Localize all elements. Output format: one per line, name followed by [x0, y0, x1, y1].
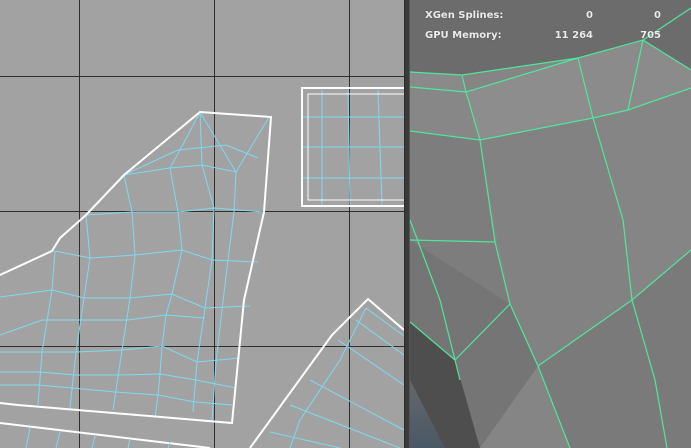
hud-value: 0 [654, 10, 661, 21]
perspective-viewport[interactable] [410, 0, 691, 448]
heads-up-display: XGen Splines: 0 0 GPU Memory: 11 264 705 [425, 8, 665, 48]
hud-label: XGen Splines: [425, 10, 504, 21]
uv-canvas[interactable] [0, 0, 404, 448]
hud-row-gpu-memory: GPU Memory: 11 264 705 [425, 28, 665, 48]
hud-value: 0 [586, 10, 593, 21]
hud-value: 705 [640, 30, 661, 41]
mesh-object[interactable] [410, 0, 691, 448]
uv-editor-panel[interactable] [0, 0, 404, 448]
hud-row-xgen-splines: XGen Splines: 0 0 [425, 8, 665, 28]
viewport-canvas[interactable] [410, 0, 691, 448]
maya-workspace: XGen Splines: 0 0 GPU Memory: 11 264 705 [0, 0, 691, 448]
hud-label: GPU Memory: [425, 30, 502, 41]
uv-shell-square[interactable] [301, 87, 404, 207]
uv-shell-corner[interactable] [249, 297, 404, 448]
uv-shell-main[interactable] [0, 110, 273, 448]
hud-value: 11 264 [554, 30, 593, 41]
uv-shell-bottom[interactable] [25, 427, 171, 448]
